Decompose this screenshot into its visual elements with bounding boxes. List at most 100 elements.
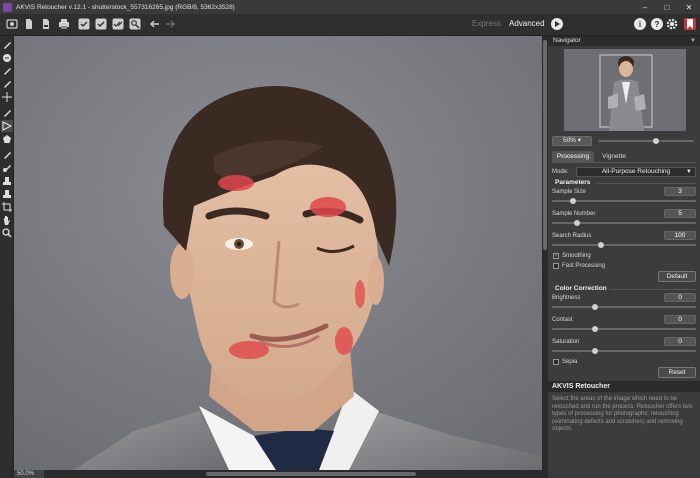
reset-button[interactable]: Reset — [658, 367, 696, 378]
retouch-brush-tool[interactable] — [1, 39, 13, 51]
help-button[interactable]: ? — [651, 18, 663, 30]
parameter-value-field[interactable]: 100 — [664, 231, 696, 240]
batch-check-icon — [112, 18, 124, 30]
color-slider-knob[interactable] — [591, 326, 598, 332]
chevron-down-icon: ▼ — [686, 169, 692, 175]
smoothing-checkbox[interactable]: ✓ — [553, 253, 559, 259]
help-title: AKVIS Retoucher — [548, 381, 700, 392]
default-button[interactable]: Default — [658, 271, 696, 282]
horizontal-scrollbar[interactable] — [14, 470, 542, 478]
navigator-preview[interactable] — [564, 49, 686, 131]
color-slider-knob[interactable] — [591, 348, 598, 354]
mode-express-toggle[interactable]: Express — [472, 19, 501, 28]
tools-panel — [0, 36, 14, 478]
mode-advanced-toggle[interactable]: Advanced — [509, 19, 545, 28]
navigator-zoom-select[interactable]: 50% ▾ — [552, 136, 592, 146]
paint-brush-tool[interactable] — [1, 149, 13, 161]
info-button[interactable]: i — [634, 18, 646, 30]
parameter-value-field[interactable]: 5 — [664, 209, 696, 218]
scroll-thumb[interactable] — [543, 40, 547, 250]
polygon-icon — [3, 135, 11, 143]
parameter-value-field[interactable]: 3 — [664, 187, 696, 196]
shop-button[interactable] — [684, 18, 696, 30]
stamp-alt-icon — [3, 190, 11, 198]
parameter-slider[interactable] — [552, 244, 696, 246]
polygon-tool[interactable] — [1, 133, 13, 145]
color-slider[interactable] — [552, 350, 696, 352]
close-button[interactable]: ✕ — [678, 0, 700, 14]
settings-button[interactable] — [666, 18, 678, 30]
play-button[interactable] — [551, 18, 563, 30]
magic-tool[interactable] — [1, 91, 13, 103]
chameleon-tool[interactable] — [1, 188, 13, 200]
print-icon — [59, 19, 69, 29]
fill-tool[interactable] — [1, 107, 13, 119]
minimize-button[interactable]: – — [634, 0, 656, 14]
stamp-brush-tool[interactable] — [1, 78, 13, 90]
fast-processing-checkbox[interactable] — [553, 263, 559, 269]
smoothing-label: Smoothing — [562, 253, 591, 259]
color-slider[interactable] — [552, 328, 696, 330]
home-button[interactable] — [6, 18, 18, 30]
scroll-thumb[interactable] — [206, 472, 416, 476]
dropper-tool[interactable] — [1, 162, 13, 174]
tab-vignette[interactable]: Vignette — [596, 151, 632, 163]
navigator-zoom-value: 50% — [562, 137, 576, 144]
save-file-button[interactable] — [40, 18, 52, 30]
parameter-slider-knob[interactable] — [573, 220, 580, 226]
open-file-icon — [26, 19, 32, 29]
eraser-tool[interactable] — [1, 52, 13, 64]
crop-icon — [2, 202, 12, 212]
play-icon — [555, 21, 560, 27]
print-button[interactable] — [58, 18, 70, 30]
run-button[interactable] — [78, 18, 90, 30]
navigator-zoom-slider[interactable] — [598, 140, 694, 142]
parameter-slider-knob[interactable] — [597, 242, 604, 248]
parameter-label: Sample Number — [552, 211, 596, 217]
home-icon — [6, 19, 18, 29]
clone-stamp-tool[interactable] — [1, 175, 13, 187]
tube-tool[interactable] — [1, 65, 13, 77]
image-canvas[interactable] — [14, 36, 542, 470]
check-icon: ✓ — [554, 253, 559, 259]
save-file-icon — [43, 19, 49, 29]
hand-tool[interactable] — [1, 214, 13, 226]
tube-icon — [4, 68, 11, 75]
color-value-field[interactable]: 0 — [664, 337, 696, 346]
undo-arrow-icon — [150, 20, 159, 28]
redo-button[interactable] — [164, 18, 176, 30]
apply-button[interactable] — [95, 18, 107, 30]
color-slider-knob[interactable] — [591, 304, 598, 310]
sepia-checkbox[interactable] — [553, 359, 559, 365]
zoom-tool[interactable] — [1, 227, 13, 239]
batch-button[interactable] — [112, 18, 124, 30]
mode-select[interactable]: All-Purpose Retouching ▼ — [576, 167, 696, 177]
tab-processing[interactable]: Processing — [552, 151, 594, 163]
chevron-down-icon: ▼ — [690, 38, 696, 44]
compare-button[interactable] — [129, 18, 141, 30]
app-window: AKVIS Retoucher v.12.1 - shutterstock_55… — [0, 0, 700, 478]
divider — [596, 183, 696, 184]
crop-tool[interactable] — [1, 201, 13, 213]
color-value-field[interactable]: 0 — [664, 315, 696, 324]
window-title: AKVIS Retoucher v.12.1 - shutterstock_55… — [16, 3, 235, 11]
undo-button[interactable] — [149, 18, 161, 30]
gear-icon — [666, 18, 678, 30]
app-logo-icon — [3, 2, 12, 12]
color-slider[interactable] — [552, 306, 696, 308]
parameter-slider-knob[interactable] — [569, 198, 576, 204]
color-label: Contast — [552, 317, 573, 323]
lasso-tool[interactable] — [1, 120, 13, 132]
maximize-button[interactable]: □ — [656, 0, 678, 14]
mode-value: All-Purpose Retouching — [601, 168, 671, 175]
bookmark-icon — [687, 19, 693, 29]
navigator-header[interactable]: Navigator ▼ — [548, 36, 700, 46]
stamp-icon — [3, 177, 11, 185]
color-value-field[interactable]: 0 — [664, 293, 696, 302]
mode-label: Mode: — [552, 169, 569, 175]
navigator-zoom-slider-knob[interactable] — [652, 138, 659, 144]
eraser-icon — [3, 54, 11, 62]
sepia-label: Sepia — [562, 359, 578, 365]
open-file-button[interactable] — [23, 18, 35, 30]
paint-brush-icon — [4, 152, 11, 159]
